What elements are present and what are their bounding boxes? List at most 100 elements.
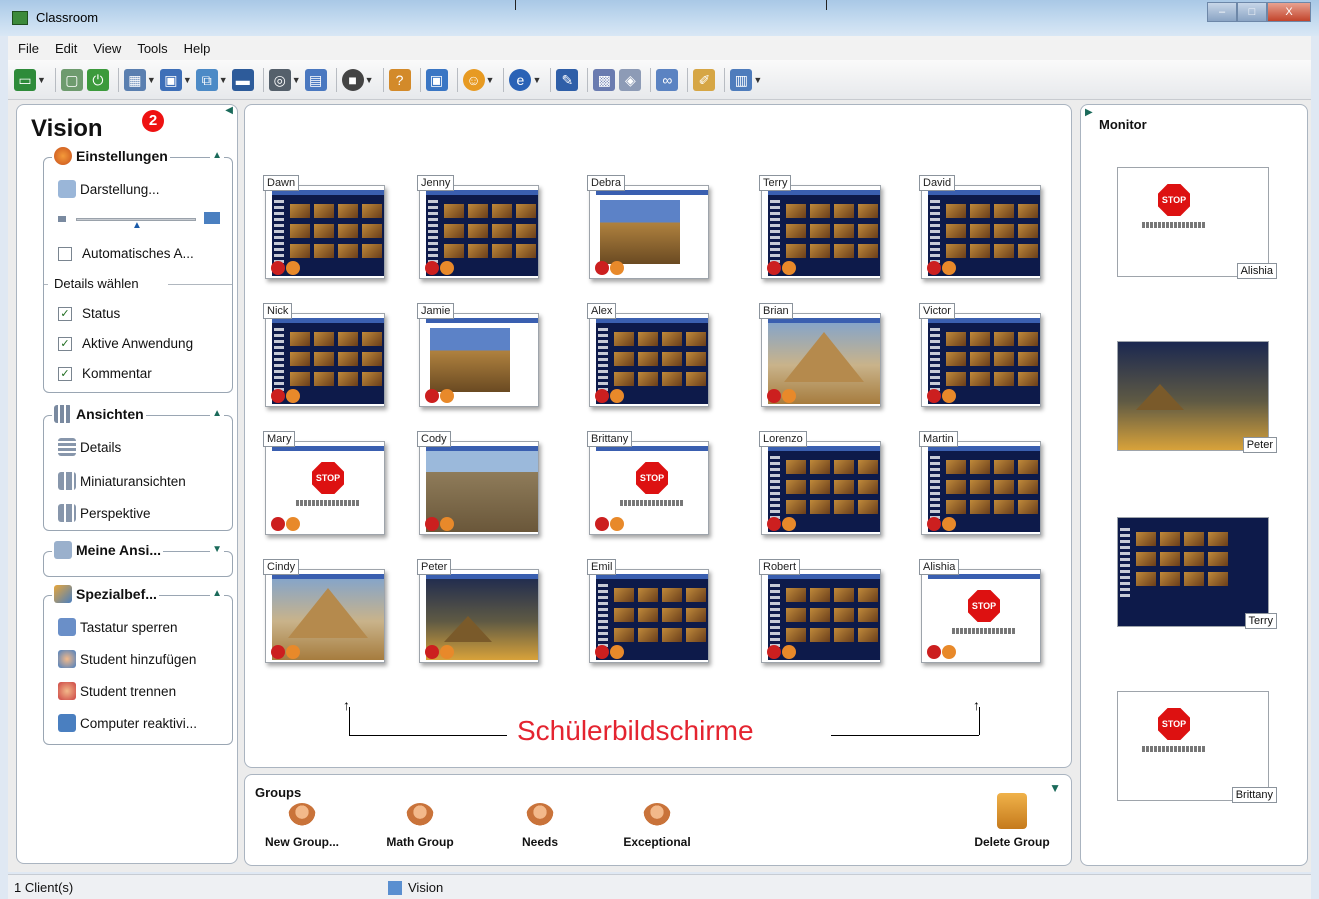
status-indicators — [767, 389, 797, 403]
smiley-button[interactable]: ☺ ▼ — [462, 67, 494, 93]
internet-button[interactable]: e ▼ — [509, 67, 541, 93]
new-group-button[interactable]: New Group... — [257, 803, 347, 849]
delete-group-button[interactable]: Delete Group — [957, 793, 1067, 849]
needs-group-button[interactable]: Needs — [505, 803, 575, 849]
menu-edit[interactable]: Edit — [55, 41, 77, 56]
my-views-header[interactable]: Meine Ansi... — [52, 541, 164, 559]
student-tile[interactable]: STOP Brittany — [585, 431, 709, 539]
thumbnail-image — [686, 628, 706, 642]
monitor-tile[interactable]: STOP Brittany — [1117, 691, 1277, 803]
power-button[interactable]: ⏻ — [86, 67, 109, 93]
toolbar-separator — [382, 67, 384, 92]
add-student-item[interactable]: Student hinzufügen — [58, 650, 196, 668]
auto-checkbox[interactable] — [58, 246, 72, 261]
student-tile[interactable]: Emil — [585, 559, 709, 667]
view-details[interactable]: Details — [58, 438, 121, 456]
expand-up-icon[interactable]: ▲ — [210, 588, 224, 599]
student-tile[interactable]: Jamie — [415, 303, 539, 411]
student-tile[interactable]: Terry — [757, 175, 881, 283]
student-tile[interactable]: Cody — [415, 431, 539, 539]
expand-down-icon[interactable]: ▼ — [210, 544, 224, 555]
screen-icon: ▬ — [231, 68, 254, 91]
expand-up-icon[interactable]: ▲ — [210, 150, 224, 161]
monitor-tile[interactable]: STOP Alishia — [1117, 167, 1277, 279]
student-tile[interactable]: STOP Alishia — [917, 559, 1041, 667]
thumbnail-image — [1018, 460, 1038, 474]
student-tile[interactable]: Nick — [261, 303, 385, 411]
smiley-status-icon — [942, 261, 956, 275]
menu-help[interactable]: Help — [184, 41, 211, 56]
comment-checkbox[interactable]: ✓ — [58, 366, 72, 381]
darstellung-item[interactable]: Darstellung... — [58, 180, 160, 198]
pyramid-image — [784, 332, 864, 382]
binoculars-button[interactable]: ◎ ▼ — [268, 67, 301, 93]
stop-button[interactable]: ■ ▼ — [341, 67, 374, 93]
minimize-button[interactable]: – — [1207, 2, 1237, 22]
stop-sign-icon: ■ — [341, 68, 364, 91]
view-perspective[interactable]: Perspektive — [58, 504, 151, 522]
monitor-button[interactable]: ▣ ▼ — [159, 67, 192, 93]
student-tile[interactable]: Victor — [917, 303, 1041, 411]
views-header[interactable]: Ansichten — [52, 405, 146, 423]
blank-screen-button[interactable]: ▢ — [60, 67, 83, 93]
exceptional-group-button[interactable]: Exceptional — [607, 803, 707, 849]
status-checkbox[interactable]: ✓ — [58, 306, 72, 321]
settings-header[interactable]: Einstellungen — [52, 147, 170, 165]
presentation-button[interactable]: ▭ ▼ — [14, 67, 46, 93]
collapse-icon[interactable]: ◀ — [225, 105, 233, 116]
student-tile[interactable]: Jenny — [415, 175, 539, 283]
thumbnail-image — [946, 244, 966, 258]
link-button[interactable]: ∞ — [656, 67, 679, 93]
network-button[interactable]: ⧉ ▼ — [195, 67, 228, 93]
active-app-checkbox[interactable]: ✓ — [58, 336, 72, 351]
close-button[interactable]: X — [1267, 2, 1311, 22]
active-app-check-item[interactable]: ✓ Aktive Anwendung — [58, 336, 193, 351]
menu-file[interactable]: File — [18, 41, 39, 56]
my-views-header-label: Meine Ansi... — [76, 542, 162, 558]
maximize-button[interactable]: □ — [1237, 2, 1267, 22]
monitor-title: Monitor — [1099, 117, 1147, 132]
special-header[interactable]: Spezialbef... — [52, 585, 159, 603]
student-tile[interactable]: David — [917, 175, 1041, 283]
disconnect-student-item[interactable]: Student trennen — [58, 682, 176, 700]
menu-tools[interactable]: Tools — [137, 41, 167, 56]
quiz-button[interactable]: ? — [388, 67, 411, 93]
auto-item[interactable]: Automatisches A... — [58, 246, 194, 261]
lock-keyboard-item[interactable]: Tastatur sperren — [58, 618, 178, 636]
comment-check-item[interactable]: ✓ Kommentar — [58, 366, 152, 381]
thumbnail-image — [994, 352, 1014, 366]
screen-button[interactable]: ▬ — [231, 67, 254, 93]
student-tile[interactable]: Lorenzo — [757, 431, 881, 539]
monitor-view-button[interactable]: ▤ — [304, 67, 327, 93]
camera-button[interactable]: ▩ — [593, 67, 616, 93]
pen-button[interactable]: ✎ — [556, 67, 579, 93]
layout-button[interactable]: ▥ ▼ — [730, 67, 762, 93]
menu-view[interactable]: View — [93, 41, 121, 56]
reactivate-computer-item[interactable]: Computer reaktivi... — [58, 714, 197, 732]
student-tile[interactable]: Debra — [585, 175, 709, 283]
math-group-button[interactable]: Math Group — [375, 803, 465, 849]
smiley-status-icon — [286, 517, 300, 531]
edit-button[interactable]: ✐ — [693, 67, 716, 93]
student-tile[interactable]: Brian — [757, 303, 881, 411]
student-tile[interactable]: Peter — [415, 559, 539, 667]
student-tile[interactable]: Dawn — [261, 175, 385, 283]
thumbnail-image — [786, 204, 806, 218]
alert-status-icon — [927, 517, 941, 531]
student-tile[interactable]: Cindy — [261, 559, 385, 667]
status-check-item[interactable]: ✓ Status — [58, 306, 120, 321]
slider-thumb[interactable]: ▲ — [132, 220, 142, 231]
thumbnails-button[interactable]: ▦ ▼ — [123, 67, 156, 93]
screen-share-button[interactable]: ▣ — [425, 67, 448, 93]
student-tile[interactable]: Robert — [757, 559, 881, 667]
video-button[interactable]: ◈ — [619, 67, 642, 93]
expand-icon[interactable]: ▶ — [1085, 107, 1093, 118]
view-thumbnails[interactable]: Miniaturansichten — [58, 472, 186, 490]
monitor-tile[interactable]: Peter — [1117, 341, 1277, 453]
student-tile[interactable]: Alex — [585, 303, 709, 411]
expand-up-icon[interactable]: ▲ — [210, 408, 224, 419]
size-slider[interactable]: ▲ — [58, 212, 222, 231]
monitor-tile[interactable]: Terry — [1117, 517, 1277, 629]
student-tile[interactable]: STOP Mary — [261, 431, 385, 539]
student-tile[interactable]: Martin — [917, 431, 1041, 539]
